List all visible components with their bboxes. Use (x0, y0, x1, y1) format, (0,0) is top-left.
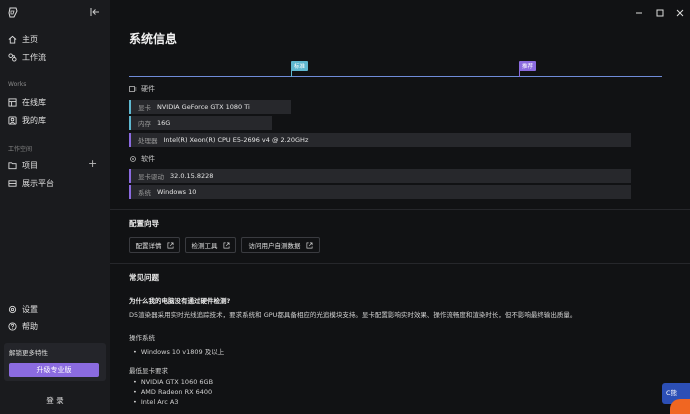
settings-icon (8, 305, 17, 313)
sidebar-item-label: 帮助 (22, 321, 38, 331)
page-title: 系统信息 (129, 32, 178, 46)
info-key: 内存 (138, 120, 151, 128)
faq-answer: D5渲染器采用实时光线追踪技术，要求系统和 GPU都具备相应的光追模块支持。显卡… (129, 311, 577, 319)
workflow-icon (8, 52, 17, 62)
list-item: Intel Arc A3 (133, 398, 179, 406)
sidebar-item-label: 我的库 (22, 115, 46, 125)
external-link-icon (306, 242, 312, 248)
info-value: Intel(R) Xeon(R) CPU E5-2696 v4 @ 2.20GH… (163, 136, 309, 144)
sidebar-item-home[interactable]: 主页 (8, 31, 38, 47)
upgrade-panel: 解锁更多特性 升级专业版 (4, 343, 106, 381)
close-icon[interactable] (675, 8, 685, 18)
list-item: NVIDIA GTX 1060 6GB (133, 378, 213, 386)
list-item: AMD Radeon RX 6400 (133, 388, 212, 396)
sidebar-item-settings[interactable]: 设置 (8, 301, 38, 317)
project-icon (8, 161, 17, 169)
hardware-icon (129, 86, 137, 92)
performance-ruler (129, 76, 662, 77)
app-logo-icon (8, 7, 18, 18)
hardware-heading: 硬件 (129, 84, 155, 94)
faq-title: 常见问题 (129, 273, 159, 282)
showcase-icon (8, 179, 17, 187)
hardware-label: 硬件 (141, 85, 155, 93)
button-label: 访问用户自测数据 (248, 242, 301, 250)
add-project-icon[interactable]: + (88, 158, 97, 169)
tick-recommended-line (519, 70, 520, 77)
software-icon (130, 156, 136, 162)
info-key: 显卡 (138, 104, 151, 112)
software-driver-row: 显卡驱动 32.0.15.8228 (129, 169, 631, 183)
button-label: 配置详情 (135, 242, 162, 250)
sidebar: 主页 工作流 Works 在线库 我的库 工作空间 项目 + 展示平台 设置 帮… (0, 0, 110, 414)
user-test-data-button[interactable]: 访问用户自测数据 (241, 237, 320, 253)
upgrade-pro-button[interactable]: 升级专业版 (9, 363, 99, 377)
sidebar-item-workflow[interactable]: 工作流 (8, 49, 46, 65)
list-item: Windows 10 v1809 及以上 (133, 346, 224, 356)
section-divider (110, 263, 690, 264)
info-key: 显卡驱动 (138, 173, 164, 181)
login-button[interactable]: 登 录 (0, 395, 110, 406)
gpu-requirement-label: 最低显卡要求 (129, 367, 168, 375)
software-heading: 软件 (129, 154, 155, 164)
button-label: 检测工具 (191, 242, 218, 250)
upgrade-title: 解锁更多特性 (9, 349, 48, 357)
detection-tool-button[interactable]: 检测工具 (185, 237, 236, 253)
software-label: 软件 (141, 155, 155, 163)
sidebar-item-my-library[interactable]: 我的库 (8, 112, 46, 128)
chat-badge[interactable] (670, 399, 690, 414)
sidebar-item-label: 展示平台 (22, 178, 54, 188)
external-link-icon (167, 242, 173, 248)
hardware-memory-row: 内存 16G (129, 116, 272, 130)
online-library-icon (8, 97, 17, 107)
info-value: 32.0.15.8228 (170, 172, 214, 180)
software-os-row: 系统 Windows 10 (129, 185, 631, 199)
sidebar-item-project[interactable]: 项目 (8, 157, 38, 173)
info-key: 处理器 (138, 137, 158, 145)
config-guide-title: 配置向导 (129, 219, 159, 228)
hardware-cpu-row: 处理器 Intel(R) Xeon(R) CPU E5-2696 v4 @ 2.… (129, 133, 631, 147)
help-icon (8, 321, 17, 331)
works-section-label: Works (8, 81, 27, 88)
info-key: 系统 (138, 189, 151, 197)
section-divider (110, 209, 690, 210)
external-link-icon (223, 242, 229, 248)
info-value: 16G (157, 119, 171, 127)
faq-question: 为什么我的电脑没有通过硬件检测? (129, 297, 231, 305)
sidebar-item-label: 在线库 (22, 97, 46, 107)
os-requirement-label: 操作系统 (129, 334, 155, 342)
info-value: NVIDIA GeForce GTX 1080 Ti (157, 103, 250, 111)
sidebar-item-label: 主页 (22, 34, 38, 44)
hardware-gpu-row: 显卡 NVIDIA GeForce GTX 1080 Ti (129, 100, 291, 114)
sidebar-item-label: 工作流 (22, 52, 46, 62)
info-value: Windows 10 (157, 188, 197, 196)
sidebar-item-showcase[interactable]: 展示平台 (8, 175, 54, 191)
home-icon (8, 35, 17, 44)
sidebar-item-help[interactable]: 帮助 (8, 318, 38, 334)
tick-standard: 标准 (291, 61, 309, 71)
sidebar-item-label: 设置 (22, 304, 38, 314)
collapse-sidebar-icon[interactable] (90, 7, 100, 17)
minimize-icon[interactable] (634, 8, 644, 18)
tick-recommended: 推荐 (519, 61, 537, 71)
sidebar-item-label: 项目 (22, 160, 38, 170)
workspace-section-label: 工作空间 (8, 146, 33, 153)
my-library-icon (8, 115, 17, 125)
maximize-icon[interactable] (655, 8, 665, 18)
tick-standard-line (291, 70, 292, 77)
sidebar-item-online-library[interactable]: 在线库 (8, 94, 46, 110)
config-details-button[interactable]: 配置详情 (129, 237, 180, 253)
